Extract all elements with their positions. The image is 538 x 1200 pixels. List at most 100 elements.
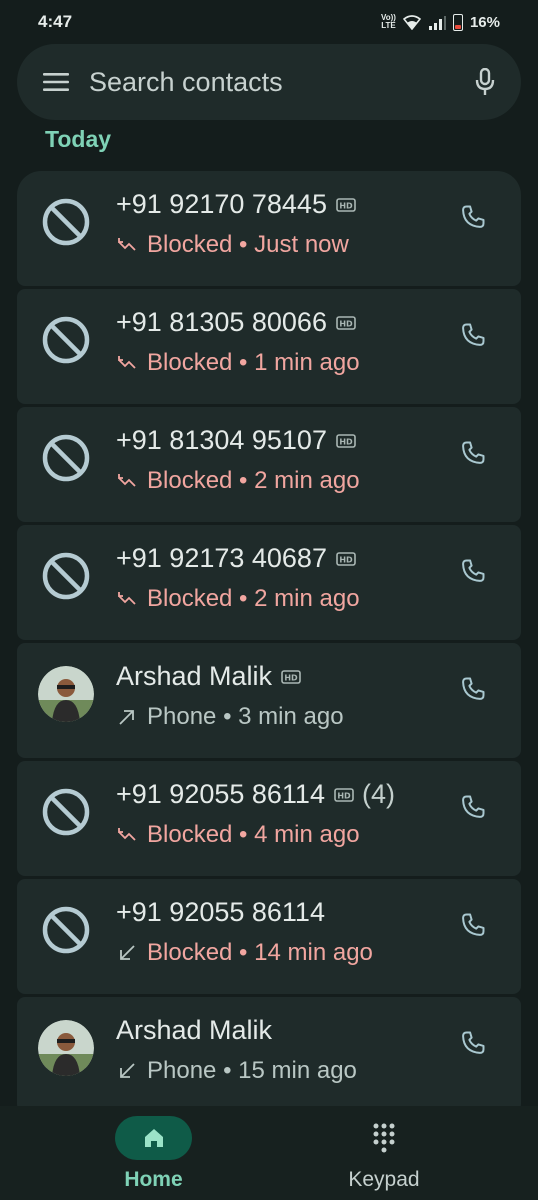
call-log-row[interactable]: Arshad Malik HD Phone • 3 min ago bbox=[17, 643, 521, 758]
caller-name-text: +91 92170 78445 bbox=[116, 189, 327, 219]
bottom-navigation: Home Keypad bbox=[0, 1106, 538, 1200]
blocked-icon[interactable] bbox=[38, 784, 94, 840]
incoming-call-icon bbox=[116, 1060, 138, 1082]
separator: • bbox=[232, 349, 255, 376]
call-meta: Blocked • 4 min ago bbox=[116, 821, 360, 849]
call-time: Just now bbox=[254, 231, 349, 258]
blocked-icon[interactable] bbox=[38, 548, 94, 604]
caller-name-text: +91 81305 80066 bbox=[116, 307, 327, 337]
missed-call-icon bbox=[116, 470, 138, 492]
dialpad-icon bbox=[373, 1123, 395, 1153]
call-back-button[interactable] bbox=[455, 1027, 491, 1063]
caller-name: +91 81304 95107 HD bbox=[116, 425, 356, 456]
missed-call-icon bbox=[116, 824, 138, 846]
search-input[interactable]: Search contacts bbox=[89, 67, 475, 98]
hd-voice-icon: HD bbox=[334, 787, 354, 802]
call-time: 2 min ago bbox=[254, 585, 360, 612]
phone-icon bbox=[459, 321, 487, 354]
caller-name: Arshad Malik HD bbox=[116, 661, 301, 692]
nav-home[interactable]: Home bbox=[115, 1116, 192, 1192]
hd-voice-icon: HD bbox=[336, 433, 356, 448]
call-log-row[interactable]: +91 81304 95107 HD Blocked • 2 min ago bbox=[17, 407, 521, 522]
call-status: Phone bbox=[147, 1057, 217, 1084]
call-status: Blocked bbox=[147, 939, 233, 966]
nav-keypad-label: Keypad bbox=[348, 1168, 420, 1191]
phone-icon bbox=[459, 1029, 487, 1062]
status-time: 4:47 bbox=[38, 12, 73, 31]
menu-icon[interactable] bbox=[43, 72, 69, 92]
hd-voice-icon: HD bbox=[336, 315, 356, 330]
call-count: (4) bbox=[361, 779, 395, 809]
separator: • bbox=[232, 821, 255, 848]
call-back-button[interactable] bbox=[455, 319, 491, 355]
call-back-button[interactable] bbox=[455, 555, 491, 591]
caller-name: +91 92170 78445 HD bbox=[116, 189, 356, 220]
separator: • bbox=[232, 467, 255, 494]
blocked-icon[interactable] bbox=[38, 902, 94, 958]
call-back-button[interactable] bbox=[455, 909, 491, 945]
call-time: 2 min ago bbox=[254, 467, 360, 494]
svg-text:HD: HD bbox=[339, 437, 353, 446]
mic-icon[interactable] bbox=[475, 68, 495, 96]
caller-name-text: +91 92055 86114 bbox=[116, 897, 325, 927]
call-back-button[interactable] bbox=[455, 791, 491, 827]
svg-text:HD: HD bbox=[284, 673, 298, 682]
caller-name-text: +91 92055 86114 bbox=[116, 779, 325, 809]
call-log-row[interactable]: +91 92055 86114 HD (4) Blocked • 4 min ago bbox=[17, 761, 521, 876]
call-status: Blocked bbox=[147, 821, 233, 848]
caller-name: +91 92055 86114 HD (4) bbox=[116, 779, 395, 810]
call-status: Phone bbox=[147, 703, 217, 730]
call-log-row[interactable]: +91 92055 86114 Blocked • 14 min ago bbox=[17, 879, 521, 994]
outgoing-call-icon bbox=[116, 706, 138, 728]
call-status: Blocked bbox=[147, 467, 233, 494]
call-time: 3 min ago bbox=[238, 703, 344, 730]
section-header-today: Today bbox=[45, 126, 112, 152]
missed-call-icon bbox=[116, 234, 138, 256]
hd-voice-icon: HD bbox=[336, 197, 356, 212]
call-meta: Blocked • 1 min ago bbox=[116, 349, 360, 377]
call-time: 14 min ago bbox=[254, 939, 373, 966]
call-status: Blocked bbox=[147, 349, 233, 376]
search-bar[interactable]: Search contacts bbox=[17, 44, 521, 120]
call-time: 4 min ago bbox=[254, 821, 360, 848]
call-log-row[interactable]: +91 92170 78445 HD Blocked • Just now bbox=[17, 171, 521, 286]
separator: • bbox=[232, 939, 255, 966]
missed-call-icon bbox=[116, 352, 138, 374]
nav-keypad[interactable]: Keypad bbox=[336, 1116, 432, 1192]
call-time: 15 min ago bbox=[238, 1057, 357, 1084]
call-back-button[interactable] bbox=[455, 673, 491, 709]
call-meta: Blocked • 2 min ago bbox=[116, 467, 360, 495]
separator: • bbox=[232, 231, 255, 258]
status-icons: Vo)) LTE 16% bbox=[381, 13, 500, 31]
call-meta: Phone • 3 min ago bbox=[116, 703, 344, 731]
svg-text:HD: HD bbox=[339, 555, 353, 564]
nav-home-pill[interactable] bbox=[115, 1116, 192, 1160]
call-meta: Blocked • 14 min ago bbox=[116, 939, 373, 967]
caller-name-text: +91 81304 95107 bbox=[116, 425, 327, 455]
call-log-row[interactable]: Arshad Malik Phone • 15 min ago bbox=[17, 997, 521, 1112]
blocked-icon[interactable] bbox=[38, 194, 94, 250]
home-icon bbox=[144, 1129, 163, 1147]
call-meta: Blocked • Just now bbox=[116, 231, 349, 259]
call-log-list: +91 92170 78445 HD Blocked • Just now +91 8… bbox=[17, 171, 521, 1115]
avatar[interactable] bbox=[38, 1020, 94, 1076]
call-log-row[interactable]: +91 92173 40687 HD Blocked • 2 min ago bbox=[17, 525, 521, 640]
blocked-icon[interactable] bbox=[38, 430, 94, 486]
call-back-button[interactable] bbox=[455, 201, 491, 237]
avatar[interactable] bbox=[38, 666, 94, 722]
phone-icon bbox=[459, 203, 487, 236]
blocked-icon[interactable] bbox=[38, 312, 94, 368]
caller-name-text: +91 92173 40687 bbox=[116, 543, 327, 573]
nav-home-label: Home bbox=[124, 1168, 183, 1191]
incoming-call-icon bbox=[116, 942, 138, 964]
svg-text:HD: HD bbox=[339, 319, 353, 328]
separator: • bbox=[216, 703, 239, 730]
caller-name-text: Arshad Malik bbox=[116, 1015, 273, 1045]
call-status: Blocked bbox=[147, 231, 233, 258]
phone-icon bbox=[459, 911, 487, 944]
call-back-button[interactable] bbox=[455, 437, 491, 473]
call-log-row[interactable]: +91 81305 80066 HD Blocked • 1 min ago bbox=[17, 289, 521, 404]
hd-voice-icon: HD bbox=[336, 551, 356, 566]
volte-icon: Vo)) LTE bbox=[381, 13, 396, 30]
wifi-icon bbox=[402, 14, 421, 30]
